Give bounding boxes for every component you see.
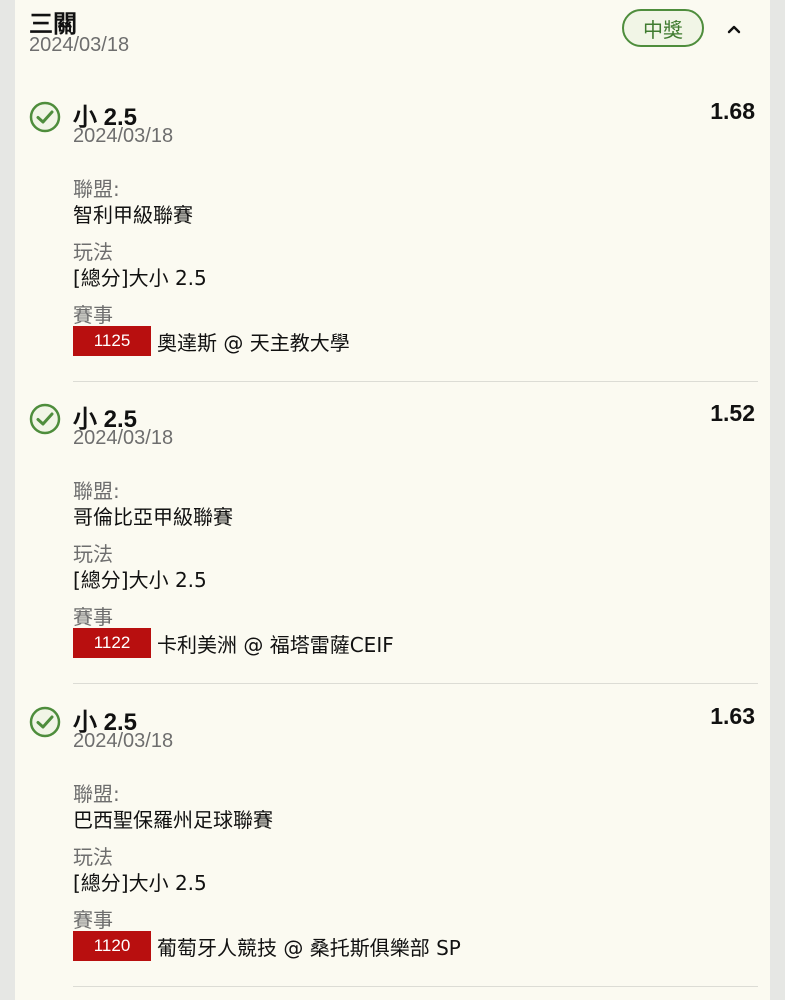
event-label: 賽事 xyxy=(73,908,113,932)
match-row: 1120 葡萄牙人競技 @ 桑托斯俱樂部 SP xyxy=(73,931,461,961)
odds-value: 1.63 xyxy=(710,703,755,729)
play-value: [總分]大小 2.5 xyxy=(73,871,207,895)
play-label: 玩法 xyxy=(73,845,113,869)
play-label: 玩法 xyxy=(73,240,113,264)
league-label: 聯盟: xyxy=(73,177,120,201)
selection-date: 2024/03/18 xyxy=(73,125,174,147)
play-value: [總分]大小 2.5 xyxy=(73,568,207,592)
league-label: 聯盟: xyxy=(73,479,120,503)
play-value: [總分]大小 2.5 xyxy=(73,266,207,290)
league-label: 聯盟: xyxy=(73,782,120,806)
odds-value: 1.68 xyxy=(710,98,755,124)
match-id-badge: 1120 xyxy=(73,931,151,961)
check-circle-icon xyxy=(29,403,61,435)
parlay-card: 三關 2024/03/18 中獎 小 2.5 1.68 2024/03/18 聯… xyxy=(15,0,770,1000)
match-name: 葡萄牙人競技 @ 桑托斯俱樂部 SP xyxy=(157,935,461,960)
league-value: 智利甲級聯賽 xyxy=(73,203,193,227)
divider xyxy=(73,986,758,987)
league-value: 哥倫比亞甲級聯賽 xyxy=(73,505,233,529)
selection-date: 2024/03/18 xyxy=(73,730,174,752)
bet-item: 小 2.5 1.68 2024/03/18 聯盟: 智利甲級聯賽 玩法 [總分]… xyxy=(15,0,770,382)
bet-item: 小 2.5 1.52 2024/03/18 聯盟: 哥倫比亞甲級聯賽 玩法 [總… xyxy=(15,302,770,684)
league-value: 巴西聖保羅州足球聯賽 xyxy=(73,808,273,832)
check-circle-icon xyxy=(29,101,61,133)
bet-item: 小 2.5 1.63 2024/03/18 聯盟: 巴西聖保羅州足球聯賽 玩法 … xyxy=(15,605,770,987)
play-label: 玩法 xyxy=(73,542,113,566)
check-circle-icon xyxy=(29,706,61,738)
selection-date: 2024/03/18 xyxy=(73,427,174,449)
odds-value: 1.52 xyxy=(710,400,755,426)
